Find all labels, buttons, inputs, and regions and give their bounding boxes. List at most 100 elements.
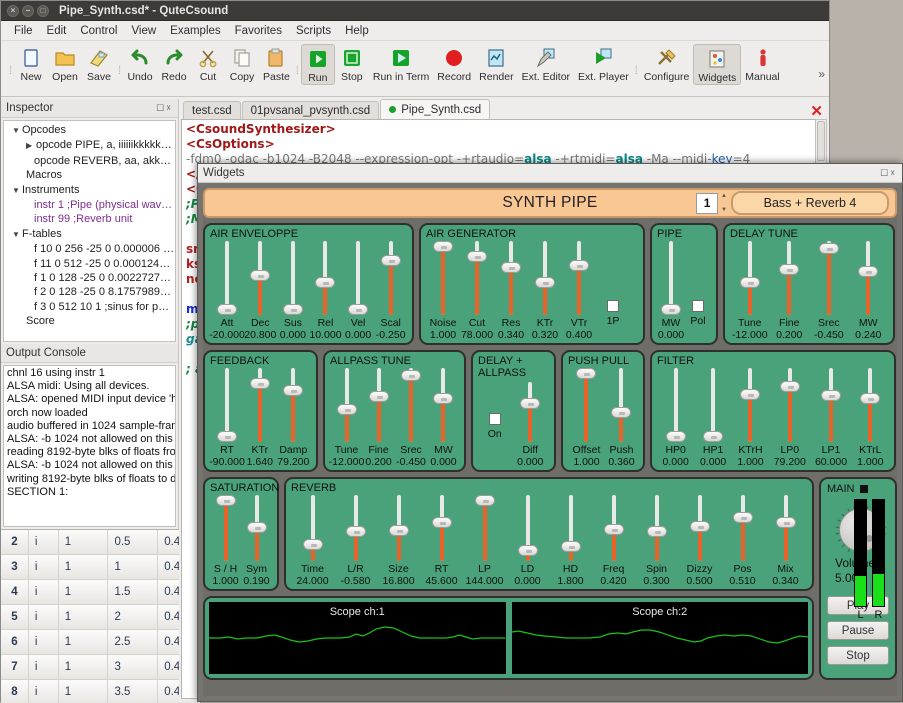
- slider-track[interactable]: [501, 241, 521, 315]
- slider-track[interactable]: [520, 382, 541, 442]
- slider-handle[interactable]: [348, 304, 369, 315]
- menu-control[interactable]: Control: [73, 23, 124, 39]
- slider-tune-delay[interactable]: Tune -12.000: [730, 241, 770, 341]
- slider-track[interactable]: [348, 241, 369, 315]
- slider-handle[interactable]: [368, 391, 389, 403]
- chevron-down-icon[interactable]: ▼: [12, 228, 22, 242]
- toolbar-copy-button[interactable]: Copy: [225, 44, 259, 83]
- slider-spin[interactable]: Spin 0.300: [635, 495, 678, 587]
- slider-handle[interactable]: [401, 370, 421, 382]
- slider-track[interactable]: [779, 368, 800, 442]
- row-type[interactable]: i: [29, 530, 59, 554]
- slider-dec[interactable]: Dec 20.800: [244, 241, 277, 341]
- toolbar-open-button[interactable]: Open: [48, 44, 82, 83]
- slider-ktr[interactable]: KTr 0.320: [528, 241, 562, 341]
- slider-ktrh[interactable]: KTrH 1.000: [732, 368, 769, 468]
- slider-track[interactable]: [401, 368, 421, 442]
- slider-vtr[interactable]: VTr 0.400: [562, 241, 596, 341]
- slider-track[interactable]: [283, 368, 304, 442]
- tree-item[interactable]: Score: [6, 314, 175, 328]
- slider-handle[interactable]: [689, 520, 710, 532]
- row-start[interactable]: 2.5: [108, 630, 159, 654]
- inspector-tree[interactable]: ▼ Opcodes ▶ opcode PIPE, a, iiiiiikkkkk… o…: [3, 120, 176, 342]
- toolbar-handle-1[interactable]: ⁞: [7, 50, 14, 90]
- spinner-down-icon[interactable]: ▼: [721, 207, 727, 214]
- checkbox-pol[interactable]: Pol: [685, 300, 711, 341]
- slider-rel[interactable]: Rel 10.000: [309, 241, 342, 341]
- slider-handle[interactable]: [336, 403, 357, 415]
- scrollbar-thumb[interactable]: [817, 121, 825, 161]
- slider-track[interactable]: [249, 368, 270, 442]
- slider-handle[interactable]: [217, 431, 237, 442]
- slider-track[interactable]: [732, 495, 753, 561]
- slider-track[interactable]: [665, 368, 686, 442]
- slider-rt-reverb[interactable]: RT 45.600: [420, 495, 463, 587]
- slider-track[interactable]: [282, 241, 303, 315]
- slider-track[interactable]: [689, 495, 710, 561]
- pause-button[interactable]: Pause: [827, 621, 889, 640]
- slider-handle[interactable]: [474, 494, 495, 506]
- toolbar-run-in-term-button[interactable]: Run in Term: [369, 44, 433, 83]
- toolbar-new-button[interactable]: New: [14, 44, 48, 83]
- menu-help[interactable]: Help: [338, 23, 376, 39]
- slider-handle[interactable]: [660, 304, 681, 315]
- slider-lr[interactable]: L/R -0.580: [334, 495, 377, 587]
- slider-handle[interactable]: [535, 276, 555, 288]
- slider-handle[interactable]: [821, 389, 841, 401]
- spinner-up-icon[interactable]: ▲: [721, 193, 727, 200]
- toolbar-handle-3[interactable]: ⁞: [294, 50, 301, 90]
- toolbar-cut-button[interactable]: Cut: [191, 44, 225, 83]
- slider-handle[interactable]: [345, 526, 366, 538]
- slider-track[interactable]: [431, 495, 452, 561]
- menu-examples[interactable]: Examples: [163, 23, 228, 39]
- slider-handle[interactable]: [283, 385, 304, 397]
- slider-sus[interactable]: Sus 0.000: [277, 241, 310, 341]
- row-type[interactable]: i: [29, 605, 59, 629]
- slider-handle[interactable]: [860, 392, 881, 404]
- row-instr[interactable]: 1: [59, 655, 109, 679]
- slider-noise[interactable]: Noise 1.000: [426, 241, 460, 341]
- tab-01pvsanal-pvsynth-csd[interactable]: 01pvsanal_pvsynth.csd: [241, 101, 380, 119]
- slider-track[interactable]: [703, 368, 724, 442]
- table-row[interactable]: 7 i 1 3 0.4: [1, 655, 200, 680]
- slider-track[interactable]: [858, 241, 879, 315]
- slider-track[interactable]: [611, 368, 632, 442]
- slider-track[interactable]: [569, 241, 589, 315]
- slider-lp-reverb[interactable]: LP 144.000: [463, 494, 506, 587]
- slider-handle[interactable]: [302, 539, 323, 551]
- score-table[interactable]: 2 i 1 0.5 0.4 3 i 1 1 0.4 4 i 1 1.5 0.4 …: [1, 529, 201, 703]
- slider-rt-feedback[interactable]: RT -90.000: [209, 368, 245, 468]
- slider-push[interactable]: Push 0.360: [605, 368, 638, 468]
- slider-track[interactable]: [517, 495, 538, 561]
- slider-track[interactable]: [467, 241, 487, 315]
- slider-mw-allpass[interactable]: MW 0.000: [428, 368, 459, 468]
- chevron-down-icon[interactable]: ▼: [12, 124, 22, 138]
- menu-view[interactable]: View: [124, 23, 163, 39]
- close-tab-button[interactable]: ✕: [810, 104, 823, 119]
- row-instr[interactable]: 1: [59, 630, 109, 654]
- slider-handle[interactable]: [611, 406, 632, 418]
- slider-ktr-feedback[interactable]: KTr 1.640: [244, 368, 276, 468]
- window-controls[interactable]: × − □: [7, 4, 49, 17]
- slider-handle[interactable]: [703, 431, 724, 442]
- slider-handle[interactable]: [646, 526, 667, 538]
- row-start[interactable]: 1: [108, 555, 159, 579]
- slider-handle[interactable]: [246, 522, 267, 534]
- slider-mw-delay[interactable]: MW 0.240: [849, 241, 889, 341]
- slider-fine-delay[interactable]: Fine 0.200: [770, 241, 810, 341]
- row-type[interactable]: i: [29, 630, 59, 654]
- slider-mw-pipe[interactable]: MW 0.000: [657, 241, 685, 341]
- slider-track[interactable]: [603, 495, 624, 561]
- table-row[interactable]: 8 i 1 3.5 0.4: [1, 680, 200, 703]
- tree-item[interactable]: f 10 0 256 -25 0 0.000006 12…: [6, 242, 175, 256]
- row-start[interactable]: 0.5: [108, 530, 159, 554]
- tree-item[interactable]: f 3 0 512 10 1 ;sinus for poscil: [6, 300, 175, 314]
- slider-lp1[interactable]: LP1 60.000: [810, 368, 851, 468]
- slider-mix[interactable]: Mix 0.340: [764, 495, 807, 587]
- slider-track[interactable]: [302, 495, 323, 561]
- table-row[interactable]: 5 i 1 2 0.4: [1, 605, 200, 630]
- menu-edit[interactable]: Edit: [40, 23, 74, 39]
- toolbar-render-button[interactable]: Render: [475, 44, 517, 83]
- slider-srec-delay[interactable]: Srec -0.450: [809, 241, 849, 341]
- preset-spinner-arrows[interactable]: ▲ ▼: [721, 193, 727, 214]
